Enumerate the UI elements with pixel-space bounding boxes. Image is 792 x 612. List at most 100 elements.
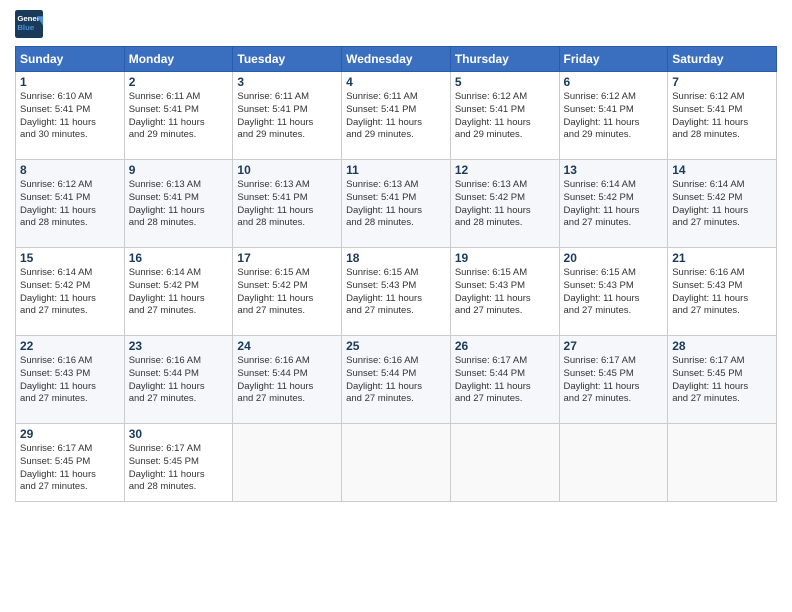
day-info: Sunrise: 6:12 AM Sunset: 5:41 PM Dayligh… <box>20 179 120 230</box>
day-number: 9 <box>129 163 229 177</box>
calendar-week-1: 1 Sunrise: 6:10 AM Sunset: 5:41 PM Daylig… <box>16 72 777 160</box>
day-number: 29 <box>20 427 120 441</box>
weekday-header-friday: Friday <box>559 47 668 72</box>
day-info: Sunrise: 6:14 AM Sunset: 5:42 PM Dayligh… <box>564 179 664 230</box>
calendar-cell: 11 Sunrise: 6:13 AM Sunset: 5:41 PM Dayli… <box>342 160 451 248</box>
weekday-header-monday: Monday <box>124 47 233 72</box>
logo-icon: General Blue <box>15 10 43 38</box>
day-number: 30 <box>129 427 229 441</box>
day-info: Sunrise: 6:14 AM Sunset: 5:42 PM Dayligh… <box>129 267 229 318</box>
calendar-cell <box>668 424 777 502</box>
calendar-cell: 10 Sunrise: 6:13 AM Sunset: 5:41 PM Dayli… <box>233 160 342 248</box>
day-info: Sunrise: 6:13 AM Sunset: 5:41 PM Dayligh… <box>237 179 337 230</box>
day-info: Sunrise: 6:16 AM Sunset: 5:43 PM Dayligh… <box>20 355 120 406</box>
day-info: Sunrise: 6:12 AM Sunset: 5:41 PM Dayligh… <box>672 91 772 142</box>
day-info: Sunrise: 6:17 AM Sunset: 5:45 PM Dayligh… <box>672 355 772 406</box>
calendar-cell: 6 Sunrise: 6:12 AM Sunset: 5:41 PM Daylig… <box>559 72 668 160</box>
weekday-header-saturday: Saturday <box>668 47 777 72</box>
svg-text:Blue: Blue <box>17 23 35 32</box>
day-info: Sunrise: 6:14 AM Sunset: 5:42 PM Dayligh… <box>672 179 772 230</box>
day-number: 20 <box>564 251 664 265</box>
day-info: Sunrise: 6:13 AM Sunset: 5:42 PM Dayligh… <box>455 179 555 230</box>
day-info: Sunrise: 6:16 AM Sunset: 5:44 PM Dayligh… <box>346 355 446 406</box>
calendar-cell: 3 Sunrise: 6:11 AM Sunset: 5:41 PM Daylig… <box>233 72 342 160</box>
calendar-cell: 29 Sunrise: 6:17 AM Sunset: 5:45 PM Dayli… <box>16 424 125 502</box>
day-number: 12 <box>455 163 555 177</box>
calendar-cell <box>233 424 342 502</box>
calendar-cell: 13 Sunrise: 6:14 AM Sunset: 5:42 PM Dayli… <box>559 160 668 248</box>
day-number: 25 <box>346 339 446 353</box>
calendar-cell: 4Sunrise: 6:11 AM Sunset: 5:41 PM Daylig… <box>342 72 451 160</box>
day-info: Sunrise: 6:17 AM Sunset: 5:45 PM Dayligh… <box>20 443 120 494</box>
day-info: Sunrise: 6:10 AM Sunset: 5:41 PM Dayligh… <box>20 91 120 142</box>
calendar-body: 1 Sunrise: 6:10 AM Sunset: 5:41 PM Daylig… <box>16 72 777 502</box>
day-info: Sunrise: 6:15 AM Sunset: 5:43 PM Dayligh… <box>455 267 555 318</box>
day-number: 2 <box>129 75 229 89</box>
day-number: 10 <box>237 163 337 177</box>
day-number: 5 <box>455 75 555 89</box>
day-number: 23 <box>129 339 229 353</box>
day-info: Sunrise: 6:17 AM Sunset: 5:44 PM Dayligh… <box>455 355 555 406</box>
day-info: Sunrise: 6:15 AM Sunset: 5:43 PM Dayligh… <box>564 267 664 318</box>
day-info: Sunrise: 6:11 AM Sunset: 5:41 PM Dayligh… <box>346 91 446 142</box>
calendar-week-5: 29 Sunrise: 6:17 AM Sunset: 5:45 PM Dayli… <box>16 424 777 502</box>
calendar-cell: 28 Sunrise: 6:17 AM Sunset: 5:45 PM Dayli… <box>668 336 777 424</box>
calendar-cell <box>342 424 451 502</box>
calendar-cell: 17Sunrise: 6:15 AM Sunset: 5:42 PM Dayli… <box>233 248 342 336</box>
weekday-row: SundayMondayTuesdayWednesdayThursdayFrid… <box>16 47 777 72</box>
calendar-cell: 27 Sunrise: 6:17 AM Sunset: 5:45 PM Dayli… <box>559 336 668 424</box>
page-container: General Blue SundayMondayTuesdayWednesda… <box>0 0 792 612</box>
day-info: Sunrise: 6:17 AM Sunset: 5:45 PM Dayligh… <box>129 443 229 494</box>
calendar-cell: 7 Sunrise: 6:12 AM Sunset: 5:41 PM Daylig… <box>668 72 777 160</box>
day-info: Sunrise: 6:12 AM Sunset: 5:41 PM Dayligh… <box>455 91 555 142</box>
calendar-cell: 2 Sunrise: 6:11 AM Sunset: 5:41 PM Daylig… <box>124 72 233 160</box>
weekday-header-tuesday: Tuesday <box>233 47 342 72</box>
calendar-table: SundayMondayTuesdayWednesdayThursdayFrid… <box>15 46 777 502</box>
day-number: 6 <box>564 75 664 89</box>
calendar-cell: 1 Sunrise: 6:10 AM Sunset: 5:41 PM Daylig… <box>16 72 125 160</box>
calendar-cell: 30 Sunrise: 6:17 AM Sunset: 5:45 PM Dayli… <box>124 424 233 502</box>
day-number: 1 <box>20 75 120 89</box>
day-number: 16 <box>129 251 229 265</box>
day-number: 15 <box>20 251 120 265</box>
calendar-cell: 14 Sunrise: 6:14 AM Sunset: 5:42 PM Dayli… <box>668 160 777 248</box>
calendar-cell: 15Sunrise: 6:14 AM Sunset: 5:42 PM Dayli… <box>16 248 125 336</box>
calendar-week-3: 15 Sunrise: 6:14 AM Sunset: 5:42 PM Dayli… <box>16 248 777 336</box>
calendar-cell: 25 Sunrise: 6:16 AM Sunset: 5:44 PM Dayli… <box>342 336 451 424</box>
day-number: 8 <box>20 163 120 177</box>
day-info: Sunrise: 6:16 AM Sunset: 5:44 PM Dayligh… <box>237 355 337 406</box>
calendar-cell: 23Sunrise: 6:16 AM Sunset: 5:44 PM Dayli… <box>124 336 233 424</box>
calendar-cell: 19 Sunrise: 6:15 AM Sunset: 5:43 PM Dayli… <box>450 248 559 336</box>
day-number: 28 <box>672 339 772 353</box>
day-info: Sunrise: 6:17 AM Sunset: 5:45 PM Dayligh… <box>564 355 664 406</box>
weekday-header-sunday: Sunday <box>16 47 125 72</box>
calendar-week-2: 8 Sunrise: 6:12 AM Sunset: 5:41 PM Daylig… <box>16 160 777 248</box>
calendar-cell <box>559 424 668 502</box>
day-info: Sunrise: 6:13 AM Sunset: 5:41 PM Dayligh… <box>129 179 229 230</box>
day-info: Sunrise: 6:11 AM Sunset: 5:41 PM Dayligh… <box>129 91 229 142</box>
day-number: 27 <box>564 339 664 353</box>
weekday-header-wednesday: Wednesday <box>342 47 451 72</box>
day-number: 7 <box>672 75 772 89</box>
calendar-cell: 5 Sunrise: 6:12 AM Sunset: 5:41 PM Daylig… <box>450 72 559 160</box>
day-number: 3 <box>237 75 337 89</box>
calendar-header: SundayMondayTuesdayWednesdayThursdayFrid… <box>16 47 777 72</box>
day-number: 14 <box>672 163 772 177</box>
day-number: 17 <box>237 251 337 265</box>
logo: General Blue <box>15 10 47 38</box>
day-number: 13 <box>564 163 664 177</box>
day-info: Sunrise: 6:12 AM Sunset: 5:41 PM Dayligh… <box>564 91 664 142</box>
calendar-cell <box>450 424 559 502</box>
day-info: Sunrise: 6:11 AM Sunset: 5:41 PM Dayligh… <box>237 91 337 142</box>
day-number: 22 <box>20 339 120 353</box>
calendar-cell: 24 Sunrise: 6:16 AM Sunset: 5:44 PM Dayli… <box>233 336 342 424</box>
calendar-cell: 16 Sunrise: 6:14 AM Sunset: 5:42 PM Dayli… <box>124 248 233 336</box>
day-number: 24 <box>237 339 337 353</box>
day-number: 19 <box>455 251 555 265</box>
day-number: 11 <box>346 163 446 177</box>
day-number: 18 <box>346 251 446 265</box>
calendar-week-4: 22 Sunrise: 6:16 AM Sunset: 5:43 PM Dayli… <box>16 336 777 424</box>
day-number: 21 <box>672 251 772 265</box>
day-info: Sunrise: 6:13 AM Sunset: 5:41 PM Dayligh… <box>346 179 446 230</box>
header: General Blue <box>15 10 777 38</box>
